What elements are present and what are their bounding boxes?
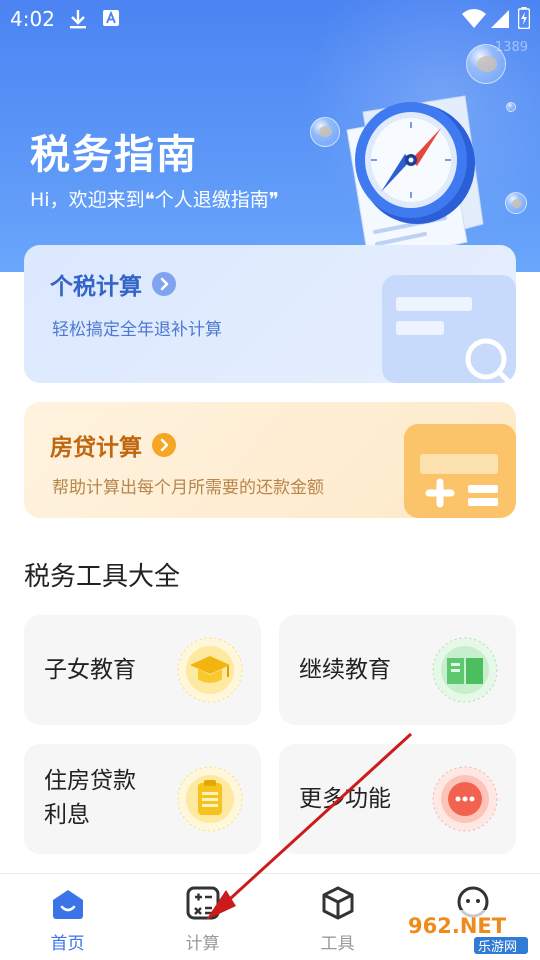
watermark-logo: 962.NET 乐游网	[402, 910, 532, 956]
status-bar: 4:02	[0, 0, 540, 38]
tool-label: 住房贷款 利息	[44, 764, 136, 832]
tool-housing-loan-interest[interactable]: 住房贷款 利息	[24, 744, 261, 854]
tax-calc-title-text: 个税计算	[50, 274, 142, 300]
chevron-right-icon	[152, 433, 176, 457]
bubble-decoration	[466, 44, 506, 84]
cube-icon	[322, 886, 353, 920]
hero-banner: 4:02 1389 税务指南 Hi，欢迎来到❝个人退缴指南❞	[0, 0, 540, 272]
tool-continuing-education[interactable]: 继续教育	[279, 615, 516, 725]
tab-label: 工具	[320, 934, 355, 954]
calculator-card-icon	[404, 424, 516, 518]
bubble-decoration	[505, 192, 527, 214]
watermark-line1: 962.NET	[408, 914, 507, 938]
section-title: 税务工具大全	[24, 562, 181, 592]
home-icon	[52, 890, 83, 919]
graduation-cap-icon	[177, 637, 243, 703]
download-icon	[68, 8, 88, 34]
tab-home[interactable]: 首页	[0, 874, 135, 960]
tax-calc-card[interactable]: 个税计算 轻松搞定全年退补计算	[24, 245, 516, 383]
battery-charging-icon	[517, 7, 531, 33]
magnifier-form-icon	[382, 275, 516, 383]
tool-label-line: 利息	[44, 802, 90, 828]
compass-document-icon	[346, 95, 484, 265]
keyboard-a-icon	[102, 8, 120, 32]
chevron-right-icon	[152, 272, 176, 296]
tax-calc-subtitle: 轻松搞定全年退补计算	[52, 320, 222, 340]
hero-subtitle: Hi，欢迎来到❝个人退缴指南❞	[30, 189, 280, 211]
wifi-icon	[462, 9, 486, 33]
tab-tools[interactable]: 工具	[270, 874, 405, 960]
mortgage-calc-title-text: 房贷计算	[50, 435, 142, 461]
signal-icon	[490, 9, 510, 33]
more-dots-icon	[432, 766, 498, 832]
book-icon	[432, 637, 498, 703]
calculator-icon	[186, 886, 219, 920]
tab-label: 首页	[50, 934, 85, 954]
status-time: 4:02	[10, 7, 55, 31]
watermark-line2: 乐游网	[478, 940, 517, 955]
tool-label-line: 住房贷款	[44, 768, 136, 794]
bubble-decoration	[506, 102, 516, 112]
tax-calc-title: 个税计算	[50, 267, 176, 301]
tool-more-functions[interactable]: 更多功能	[279, 744, 516, 854]
hero-title: 税务指南	[30, 132, 198, 178]
mortgage-calc-card[interactable]: 房贷计算 帮助计算出每个月所需要的还款金额	[24, 402, 516, 518]
clipboard-icon	[177, 766, 243, 832]
tool-child-education[interactable]: 子女教育	[24, 615, 261, 725]
tool-label: 子女教育	[44, 657, 136, 683]
tab-label: 计算	[185, 934, 220, 954]
tab-calculate[interactable]: 计算	[135, 874, 270, 960]
tool-label: 继续教育	[299, 657, 391, 683]
mortgage-calc-subtitle: 帮助计算出每个月所需要的还款金额	[52, 478, 324, 498]
tool-label: 更多功能	[299, 786, 391, 812]
mortgage-calc-title: 房贷计算	[50, 428, 176, 462]
